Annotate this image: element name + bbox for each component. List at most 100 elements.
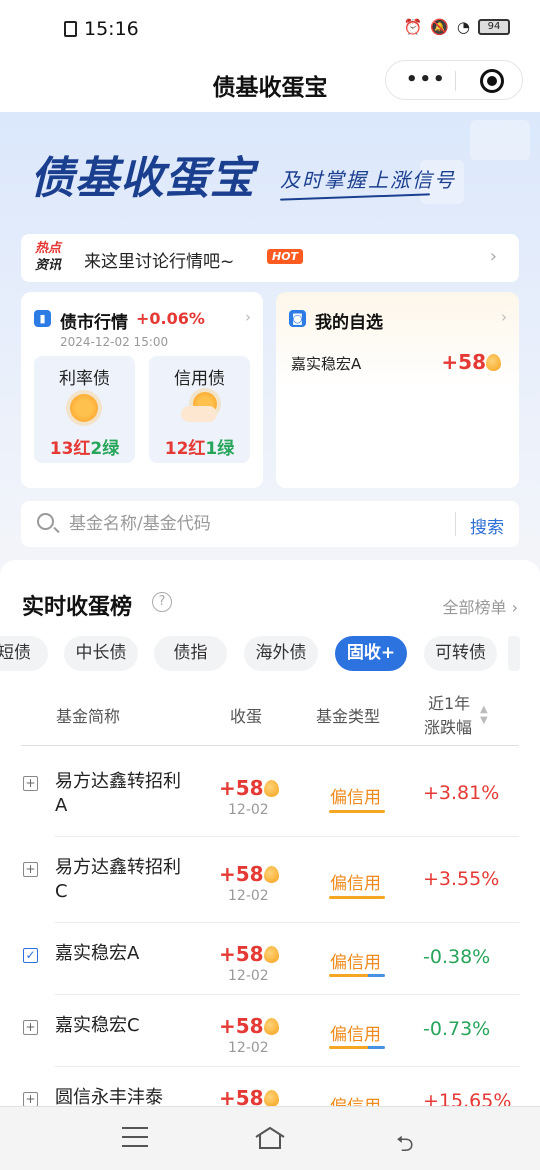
category-tabs: 短债 中长债 债指 海外债 固收+ 可转债 — [0, 636, 540, 672]
search-input[interactable] — [69, 511, 449, 537]
egg-count: +58 — [219, 776, 289, 800]
add-watch-icon[interactable]: + — [23, 862, 38, 877]
egg-icon — [263, 1018, 279, 1035]
egg-date: 12-02 — [228, 1040, 269, 1056]
alarm-icon: ⏰ — [403, 18, 423, 36]
egg-count: +58 — [219, 862, 289, 886]
battery-icon: 94 — [478, 19, 510, 35]
brand-logo: 债基收蛋宝 — [30, 142, 255, 206]
search-divider — [455, 512, 456, 536]
add-watch-icon[interactable]: + — [23, 1092, 38, 1107]
tile-name: 利率债 — [59, 369, 110, 389]
type-bar — [329, 896, 385, 899]
fund-type: 偏信用 — [330, 788, 381, 808]
market-date: 2024-12-02 15:00 — [60, 335, 169, 349]
fund-name: 嘉实稳宏C — [55, 1015, 140, 1036]
fund-type: 偏信用 — [330, 874, 381, 894]
egg-date: 12-02 — [228, 802, 269, 818]
system-nav-bar: ⮌ — [0, 1106, 540, 1170]
tab-overseas-bond[interactable]: 海外债 — [244, 636, 318, 671]
tab-bond-index[interactable]: 债指 — [154, 636, 227, 671]
status-time: 15:16 — [84, 18, 139, 40]
fund-type: 偏信用 — [330, 1025, 381, 1045]
fund-type: 偏信用 — [330, 953, 381, 973]
market-change: +0.06% — [136, 309, 205, 328]
col-change-line1[interactable]: 近1年 — [428, 690, 470, 714]
hot-news-bar[interactable]: 热点 资讯 来这里讨论行情吧~ HOT › — [21, 234, 519, 282]
tab-mid-long-bond[interactable]: 中长债 — [64, 636, 138, 671]
col-fund-name: 基金简称 — [56, 707, 121, 726]
add-watch-icon[interactable]: + — [23, 1020, 38, 1035]
mute-icon: 🔕 — [430, 18, 449, 36]
tile-count: 13红2绿 — [34, 434, 135, 459]
hot-tag-line1: 热点 — [35, 241, 62, 256]
menu-icon[interactable] — [122, 1127, 148, 1154]
hot-news-tag: 热点 资讯 — [35, 240, 61, 274]
hot-news-text: 来这里讨论行情吧~ — [84, 252, 235, 272]
system-icons: ⏰ 🔕 ◔ 94 — [404, 18, 510, 36]
sim-icon — [64, 21, 77, 37]
add-watch-icon[interactable]: + — [23, 776, 38, 791]
watchlist-title: 我的自选 — [315, 313, 383, 333]
green-count: 1绿 — [205, 439, 235, 459]
close-target-icon[interactable] — [480, 69, 504, 93]
all-rankings-link[interactable]: 全部榜单 › — [443, 594, 519, 618]
home-icon[interactable] — [254, 1125, 286, 1151]
tab-short-bond[interactable]: 短债 — [0, 636, 48, 671]
egg-count-value: +58 — [219, 942, 264, 966]
table-row[interactable]: + 易方达鑫转招利A +58 12-02 偏信用 +3.81% — [0, 756, 540, 837]
decor-square — [470, 120, 530, 160]
egg-count-value: +58 — [219, 862, 264, 886]
egg-count: +58 — [219, 942, 289, 966]
row-divider — [55, 1066, 519, 1067]
egg-icon — [263, 1090, 279, 1107]
back-icon[interactable]: ⮌ — [396, 1127, 414, 1165]
search-button[interactable]: 搜索 — [470, 513, 504, 538]
sort-icon[interactable]: ▲ ▼ — [480, 704, 488, 726]
type-bar — [329, 974, 385, 977]
col-change-line2[interactable]: 涨跌幅 — [424, 714, 472, 738]
market-title: 债市行情 — [60, 313, 128, 333]
watchlist-fund[interactable]: 嘉实稳宏A — [291, 353, 361, 374]
header-divider — [21, 745, 519, 746]
credit-bond-tile[interactable]: 信用债 12红1绿 — [149, 356, 250, 463]
wifi-icon: ◔ — [456, 18, 470, 36]
row-divider — [55, 922, 519, 923]
fund-change: -0.38% — [423, 946, 491, 968]
fund-change: +3.81% — [423, 782, 500, 804]
chevron-right-icon: › — [489, 246, 497, 267]
egg-count-value: +58 — [219, 776, 264, 800]
tab-fixed-income-plus[interactable]: 固收+ — [335, 636, 407, 671]
table-row[interactable]: + 易方达鑫转招利C +58 12-02 偏信用 +3.55% — [0, 842, 540, 923]
bond-market-card[interactable]: ▮ 债市行情 +0.06% › 2024-12-02 15:00 利率债 13红… — [21, 292, 263, 488]
tab-convertible-bond[interactable]: 可转债 — [424, 636, 497, 671]
hot-badge: HOT — [267, 249, 304, 264]
fund-change: +3.55% — [423, 868, 500, 890]
egg-date: 12-02 — [228, 888, 269, 904]
search-icon — [37, 513, 54, 530]
help-icon[interactable]: ? — [152, 592, 172, 612]
hot-tag-line2: 资讯 — [35, 258, 62, 273]
bookmark-icon: ◙ — [289, 310, 306, 327]
rate-bond-tile[interactable]: 利率债 13红2绿 — [34, 356, 135, 463]
sunny-icon — [70, 394, 98, 422]
logo-text-1: 债 — [30, 153, 75, 204]
egg-icon — [263, 866, 279, 883]
brand-slogan: 及时掌握上涨信号 — [280, 168, 456, 192]
fund-change: -0.73% — [423, 1018, 491, 1040]
more-icon[interactable]: ••• — [406, 69, 447, 90]
table-row[interactable]: + 嘉实稳宏C +58 12-02 偏信用 -0.73% — [0, 1000, 540, 1067]
table-row[interactable]: ✓ 嘉实稳宏A +58 12-02 偏信用 -0.38% — [0, 928, 540, 995]
status-bar: 15:16 ⏰ 🔕 ◔ 94 — [0, 0, 540, 60]
table-header: 基金简称 收蛋 基金类型 近1年 涨跌幅 ▲ ▼ — [0, 682, 540, 746]
col-eggs: 收蛋 — [230, 707, 263, 726]
egg-count: +58 — [219, 1014, 289, 1038]
green-count: 2绿 — [90, 439, 120, 459]
watched-check-icon[interactable]: ✓ — [23, 948, 38, 963]
egg-icon — [263, 946, 279, 963]
chart-icon: ▮ — [34, 310, 51, 327]
ranking-title: 实时收蛋榜 — [22, 595, 133, 620]
watchlist-card[interactable]: ◙ 我的自选 › 嘉实稳宏A +58 — [276, 292, 519, 488]
red-count: 13红 — [49, 439, 91, 459]
tile-count: 12红1绿 — [149, 434, 250, 459]
